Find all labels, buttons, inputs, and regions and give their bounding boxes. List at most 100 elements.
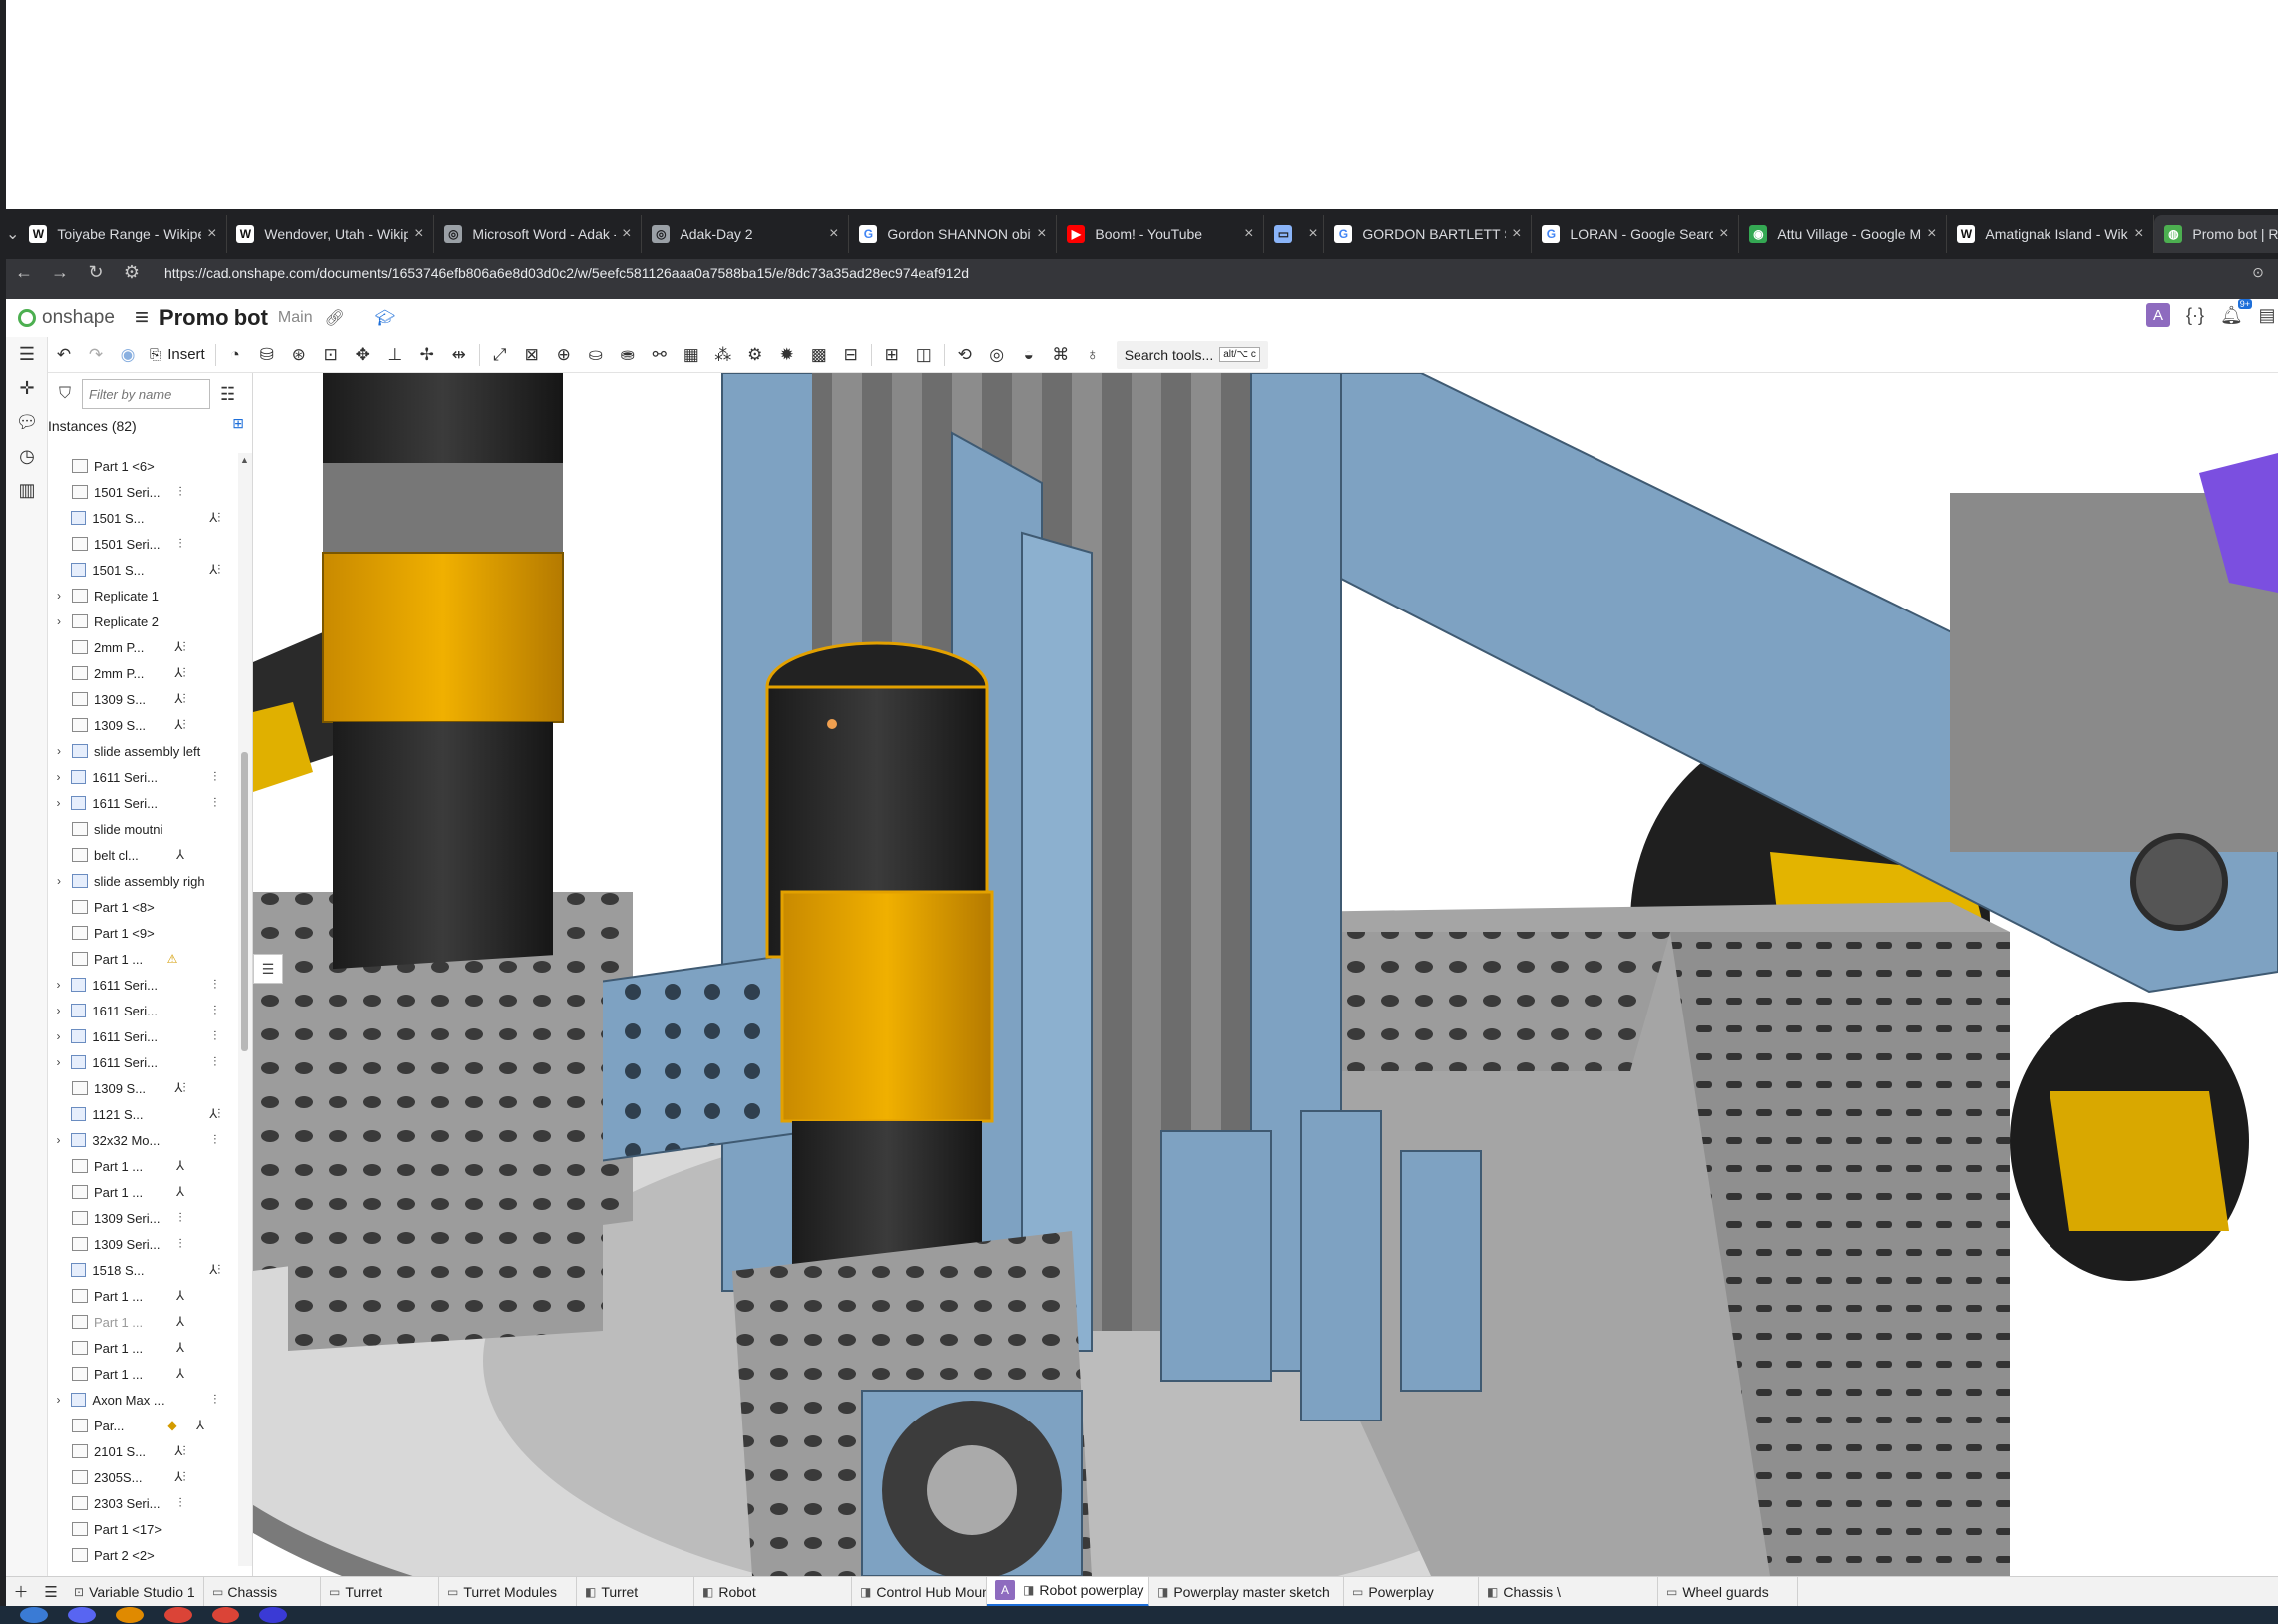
instance-row[interactable]: › Replicate 1 (48, 583, 231, 609)
scroll-thumb[interactable] (241, 752, 248, 1051)
tangent-mate-icon[interactable]: ⤢ (484, 340, 516, 370)
browser-tab[interactable]: ◎ Adak-Day 2 × (642, 215, 850, 253)
user-avatar[interactable]: A (2146, 303, 2170, 327)
interference-icon[interactable]: ◎ (981, 340, 1013, 370)
close-tab-icon[interactable]: × (829, 225, 838, 243)
instance-row[interactable]: 2101 S... ⅄⫶ (48, 1438, 231, 1464)
expand-chevron-icon[interactable]: › (48, 1029, 69, 1043)
linear-relation-icon[interactable]: ⊟ (835, 340, 867, 370)
learning-center-icon[interactable]: 🎓︎ (375, 308, 395, 328)
filter-input[interactable] (82, 379, 210, 409)
taskbar-app-icon[interactable] (68, 1607, 96, 1623)
variables-icon[interactable]: {·} (2184, 305, 2206, 326)
slider-mate-icon[interactable]: ⊥ (379, 340, 411, 370)
graphics-viewport[interactable]: ☰ (253, 373, 2278, 1576)
instance-row[interactable]: Part 1 ... ⅄ (48, 1153, 231, 1179)
expand-chevron-icon[interactable]: › (48, 1055, 69, 1069)
replicate-icon[interactable]: ▦ (676, 340, 707, 370)
search-tools-button[interactable]: Search tools... alt/⌥ c (1116, 340, 1268, 369)
instance-row[interactable]: › slide assembly right ... (48, 868, 231, 894)
browser-tab[interactable]: G GORDON BARTLETT SHAN × (1324, 215, 1533, 253)
instance-row[interactable]: slide moutning <8> (48, 816, 231, 842)
instance-row[interactable]: › 1611 Seri... ⫶ (48, 764, 231, 790)
taskbar-app-icon[interactable] (116, 1607, 144, 1623)
instance-row[interactable]: › 1611 Seri... ⫶ (48, 972, 231, 998)
instance-row[interactable]: › 32x32 Mo... ⫶ (48, 1127, 231, 1153)
browser-tab[interactable]: ▶ Boom! - YouTube × (1057, 215, 1265, 253)
redo-icon[interactable]: ↷ (80, 340, 112, 370)
regenerate-icon[interactable]: ◉ (112, 340, 144, 370)
standard-content-icon[interactable]: ⛁ (251, 340, 283, 370)
taskbar-app-icon[interactable] (212, 1607, 239, 1623)
instance-row[interactable]: 1501 S... ⅄⫶ (48, 505, 231, 531)
instance-row[interactable]: 2mm P... ⅄⫶ (48, 634, 231, 660)
instance-row[interactable]: Part 1 ... ⚠ (48, 946, 231, 972)
add-tab-icon[interactable]: ＋ (6, 1581, 36, 1602)
browser-tab[interactable]: G LORAN - Google Search × (1532, 215, 1740, 253)
bom-icon[interactable]: ▥ (6, 473, 48, 507)
rack-pinion-icon[interactable]: ✹ (771, 340, 803, 370)
document-title[interactable]: Promo bot (159, 305, 268, 331)
instance-row[interactable]: 1518 S... ⅄⫶ (48, 1257, 231, 1283)
instance-row[interactable]: › 1611 Seri... ⫶ (48, 998, 231, 1023)
instance-row[interactable]: › Axon Max ... ⫶ (48, 1387, 231, 1413)
mates-icon[interactable]: ✛ (6, 371, 48, 405)
relation-icon[interactable]: ⚯ (644, 340, 676, 370)
instance-row[interactable]: › 1611 Seri... ⫶ (48, 1049, 231, 1075)
instance-row[interactable]: 1501 S... ⅄⫶ (48, 557, 231, 583)
section-view-icon[interactable]: ◫ (908, 340, 940, 370)
instance-row[interactable]: 1309 S... ⅄⫶ (48, 712, 231, 738)
element-tab[interactable]: ◧ Chassis \ (1479, 1576, 1658, 1607)
screw-relation-icon[interactable]: ▩ (803, 340, 835, 370)
taskbar-app-icon[interactable] (259, 1607, 287, 1623)
measure-icon[interactable]: ⟲ (949, 340, 981, 370)
ball-mate-icon[interactable]: ⊕ (548, 340, 580, 370)
taskbar-app-icon[interactable] (164, 1607, 192, 1623)
notifications-icon[interactable]: 🔔︎ 9+ (2220, 298, 2252, 326)
instance-row[interactable]: Part 1 <8> (48, 894, 231, 920)
site-info-icon[interactable]: ⚙ (114, 262, 150, 283)
insert-button[interactable]: ⎘ Insert (144, 346, 211, 363)
gear-relation-icon[interactable]: ⚙ (739, 340, 771, 370)
instance-row[interactable]: belt cl... ⅄ (48, 842, 231, 868)
tab-manager-icon[interactable]: ☰ (36, 1583, 66, 1601)
explode-icon[interactable]: ⊞ (876, 340, 908, 370)
back-arrow-icon[interactable]: ← (6, 262, 42, 283)
incognito-icon[interactable]: ⊙ (2238, 264, 2278, 281)
fastened-mate-icon[interactable]: ⊡ (315, 340, 347, 370)
instance-row[interactable]: Part 2 <2> (48, 1542, 231, 1566)
element-tab[interactable]: ▭ Turret (321, 1576, 439, 1607)
expand-chevron-icon[interactable]: › (48, 874, 70, 888)
instance-row[interactable]: 1501 Seri... ⫶ (48, 531, 231, 557)
mate-connector-icon[interactable]: ⊛ (283, 340, 315, 370)
browser-tab[interactable]: W Toiyabe Range - Wikipedia × (19, 215, 228, 253)
expand-chevron-icon[interactable]: › (48, 796, 69, 810)
url-field[interactable]: https://cad.onshape.com/documents/165374… (164, 265, 2238, 281)
pin-slot-mate-icon[interactable]: ⇹ (443, 340, 475, 370)
instance-row[interactable]: Part 1 ... ⅄ (48, 1335, 231, 1361)
close-tab-icon[interactable]: × (1512, 225, 1521, 243)
close-tab-icon[interactable]: × (1308, 225, 1317, 243)
taskbar-app-icon[interactable] (20, 1607, 48, 1623)
collaborator-avatar[interactable]: A (995, 1580, 1015, 1600)
parallel-mate-icon[interactable]: ⛀ (580, 340, 612, 370)
instance-row[interactable]: Part 1 ... ⅄ (48, 1283, 231, 1309)
instances-header[interactable]: Instances (82) ⊞ (48, 415, 252, 437)
close-tab-icon[interactable]: × (414, 225, 423, 243)
close-tab-icon[interactable]: × (1244, 225, 1253, 243)
instance-row[interactable]: 1309 S... ⅄⫶ (48, 686, 231, 712)
feature-list-icon[interactable]: ☰ (6, 337, 48, 371)
instance-row[interactable]: Part 1 ... ⅄ (48, 1309, 231, 1335)
browser-tab[interactable]: ◍ Promo bot | Robot po (2154, 215, 2278, 253)
element-tab[interactable]: ◨ Powerplay master sketch (1149, 1576, 1344, 1607)
planar-mate-icon[interactable]: ⊠ (516, 340, 548, 370)
instance-row[interactable]: Part 1 ... ⅄ (48, 1179, 231, 1205)
named-positions-icon[interactable]: ⌘ (1045, 340, 1077, 370)
branch-label[interactable]: Main (278, 309, 313, 327)
instance-row[interactable]: 1309 Seri... ⫶ (48, 1205, 231, 1231)
element-tab[interactable]: ▭ Powerplay (1344, 1576, 1479, 1607)
comments-icon[interactable]: 💬︎ (6, 405, 48, 439)
list-view-icon[interactable]: ☷ (220, 384, 235, 405)
browser-tab[interactable]: W Amatignak Island - Wikip × (1947, 215, 2155, 253)
expand-chevron-icon[interactable]: › (48, 1133, 69, 1147)
